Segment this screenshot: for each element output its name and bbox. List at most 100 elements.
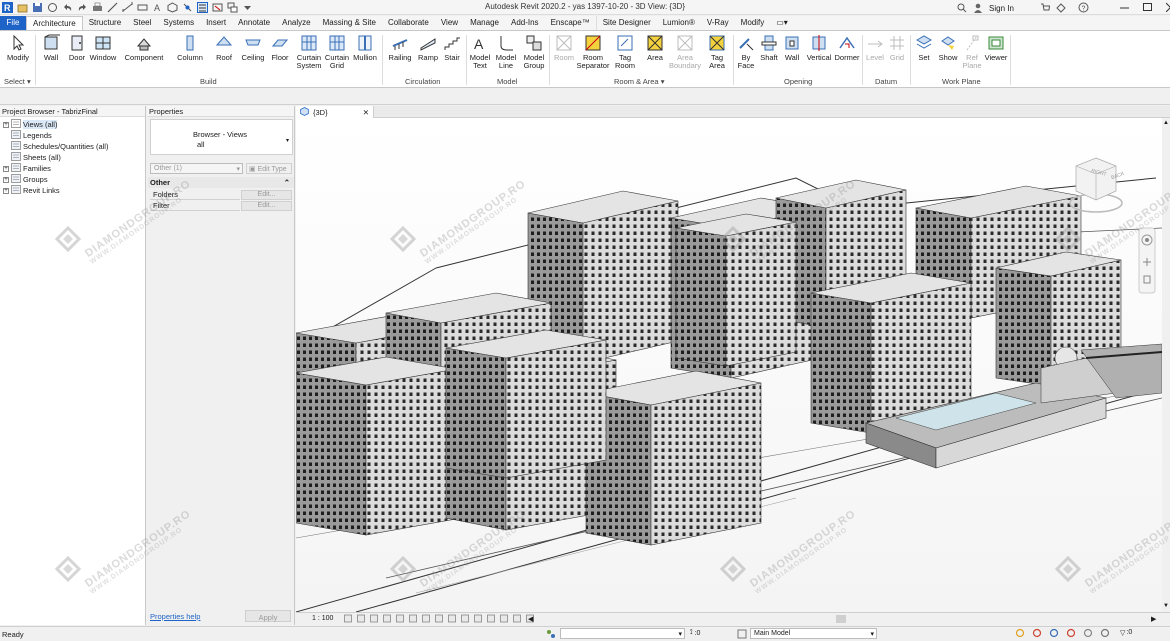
- design-options-icon[interactable]: [737, 629, 747, 641]
- property-edit-button-filter[interactable]: Edit...: [241, 201, 292, 211]
- detail-level-icon[interactable]: [344, 614, 352, 625]
- opening-tool-by-face[interactable]: By Face: [733, 34, 759, 70]
- tab-steel[interactable]: Steel: [127, 16, 157, 30]
- section-header-other[interactable]: Other ⌃: [148, 177, 294, 188]
- close-view-icon[interactable]: ✕: [363, 108, 369, 117]
- select-pinned-icon[interactable]: [1049, 628, 1059, 640]
- instance-filter-dropdown[interactable]: Other (1) ▾: [150, 163, 243, 174]
- opening-tool-dormer[interactable]: Dormer: [832, 34, 862, 62]
- build-tool-mullion[interactable]: Mullion: [350, 34, 380, 62]
- apply-button[interactable]: Apply: [245, 610, 291, 622]
- room-area-tool-room-separator[interactable]: Room Separator: [576, 34, 610, 70]
- circulation-tool-ramp[interactable]: Ramp: [416, 34, 440, 62]
- edit-type-button[interactable]: ▣ Edit Type: [246, 163, 292, 174]
- sign-in-link[interactable]: Sign In: [989, 4, 1014, 13]
- tab-view[interactable]: View: [435, 16, 464, 30]
- model-tool-model-text[interactable]: A Model Text: [466, 34, 494, 70]
- tab-modify[interactable]: Modify: [735, 16, 771, 30]
- scroll-up-icon[interactable]: ▲: [1163, 120, 1169, 126]
- datum-tool-grid[interactable]: Grid: [886, 34, 908, 62]
- tab-massing-site[interactable]: Massing & Site: [317, 16, 382, 30]
- tab-manage[interactable]: Manage: [464, 16, 505, 30]
- analytical-model-icon[interactable]: [487, 614, 495, 625]
- build-tool-door[interactable]: Door: [63, 34, 91, 62]
- highlight-displacement-icon[interactable]: [500, 614, 508, 625]
- expand-icon[interactable]: +: [3, 121, 9, 128]
- build-tool-column[interactable]: Column: [173, 34, 207, 62]
- circulation-tool-stair[interactable]: Stair: [440, 34, 464, 62]
- show-crop-icon[interactable]: [422, 614, 430, 625]
- build-tool-floor[interactable]: Floor: [268, 34, 292, 62]
- scroll-right-icon[interactable]: ▶: [1151, 615, 1156, 623]
- tab-insert[interactable]: Insert: [200, 16, 232, 30]
- tab-architecture[interactable]: Architecture: [26, 16, 83, 30]
- worksets-icon[interactable]: [546, 629, 556, 641]
- view-scale[interactable]: 1 : 100: [312, 615, 333, 622]
- room-area-tool-tag-area[interactable]: Tag Area: [703, 34, 731, 70]
- build-tool-ceiling[interactable]: Ceiling: [238, 34, 268, 62]
- property-edit-button-folders[interactable]: Edit...: [241, 190, 292, 200]
- model-tool-model-line[interactable]: Model Line: [493, 34, 519, 70]
- work-plane-tool-ref-plane[interactable]: Ref Plane: [960, 34, 984, 70]
- search-icon[interactable]: [957, 3, 967, 15]
- expand-icon[interactable]: +: [3, 176, 9, 183]
- tab-file[interactable]: File: [0, 16, 26, 30]
- tab-v-ray[interactable]: V-Ray: [701, 16, 735, 30]
- select-links-icon[interactable]: [1015, 628, 1025, 640]
- circulation-tool-railing[interactable]: Railing: [386, 34, 414, 62]
- build-tool-window[interactable]: Window: [88, 34, 118, 62]
- build-tool-wall[interactable]: Wall: [37, 34, 65, 62]
- temporary-view-properties-icon[interactable]: [474, 614, 482, 625]
- browser-item-revit-links[interactable]: + Revit Links: [3, 185, 60, 196]
- browser-item-views-all[interactable]: + Views (all): [3, 119, 58, 130]
- tab-lumion[interactable]: Lumion®: [657, 16, 701, 30]
- browser-item-groups[interactable]: + Groups: [3, 174, 48, 185]
- tab-enscape[interactable]: Enscape™: [545, 16, 597, 30]
- 3d-viewport[interactable]: RIGHT BACK: [296, 118, 1162, 612]
- select-by-face-icon[interactable]: [1066, 628, 1076, 640]
- room-area-tool-tag-room[interactable]: Tag Room: [611, 34, 639, 70]
- room-area-panel-label[interactable]: Room & Area ▾: [614, 77, 664, 86]
- tab-annotate[interactable]: Annotate: [232, 16, 276, 30]
- scroll-left-icon[interactable]: ◀: [528, 615, 533, 623]
- selection-filter[interactable]: ▽:0: [1120, 629, 1132, 637]
- visual-style-icon[interactable]: [357, 614, 365, 625]
- build-tool-component[interactable]: Component: [120, 34, 168, 62]
- rendering-icon[interactable]: [396, 614, 404, 625]
- scroll-down-icon[interactable]: ▼: [1163, 603, 1169, 609]
- browser-item-sheets-all[interactable]: Sheets (all): [3, 152, 61, 163]
- datum-tool-level[interactable]: Level: [864, 34, 886, 62]
- tab-collaborate[interactable]: Collaborate: [382, 16, 435, 30]
- room-area-tool-room[interactable]: Room: [550, 34, 578, 62]
- view-tab-3d[interactable]: {3D} ✕: [296, 106, 374, 118]
- room-area-tool-area-boundary[interactable]: Area Boundary: [668, 34, 702, 70]
- editing-requests[interactable]: ⟟:0: [690, 629, 700, 637]
- temporary-hide-icon[interactable]: [448, 614, 456, 625]
- help-icon[interactable]: ?: [1078, 2, 1089, 15]
- exchange-icon[interactable]: [1056, 2, 1066, 15]
- maximize-icon[interactable]: [1143, 1, 1152, 14]
- minimize-icon[interactable]: [1120, 1, 1129, 14]
- crop-view-icon[interactable]: [409, 614, 417, 625]
- cart-icon[interactable]: [1040, 3, 1050, 15]
- sun-path-icon[interactable]: [370, 614, 378, 625]
- constraints-icon[interactable]: [513, 614, 521, 625]
- horizontal-scroll-thumb[interactable]: [836, 615, 846, 623]
- expand-icon[interactable]: +: [3, 165, 9, 172]
- tab-structure[interactable]: Structure: [83, 16, 127, 30]
- work-plane-tool-set[interactable]: Set: [912, 34, 936, 62]
- browser-item-schedules-quantities-all[interactable]: Schedules/Quantities (all): [3, 141, 108, 152]
- opening-tool-vertical[interactable]: Vertical: [804, 34, 834, 62]
- opening-tool-wall[interactable]: Wall: [780, 34, 804, 62]
- tab-add-ins[interactable]: Add-Ins: [505, 16, 545, 30]
- browser-item-families[interactable]: + Families: [3, 163, 51, 174]
- unlocked-3d-icon[interactable]: [435, 614, 443, 625]
- reveal-hidden-icon[interactable]: [461, 614, 469, 625]
- background-process-icon[interactable]: [1100, 628, 1110, 640]
- build-tool-roof[interactable]: Roof: [212, 34, 236, 62]
- tab-site-designer[interactable]: Site Designer: [597, 16, 657, 30]
- work-plane-tool-show[interactable]: Show: [936, 34, 960, 62]
- design-option-dropdown[interactable]: Main Model ▾: [750, 628, 877, 639]
- ribbon-options-icon[interactable]: ▭▾: [770, 16, 794, 30]
- tab-systems[interactable]: Systems: [157, 16, 200, 30]
